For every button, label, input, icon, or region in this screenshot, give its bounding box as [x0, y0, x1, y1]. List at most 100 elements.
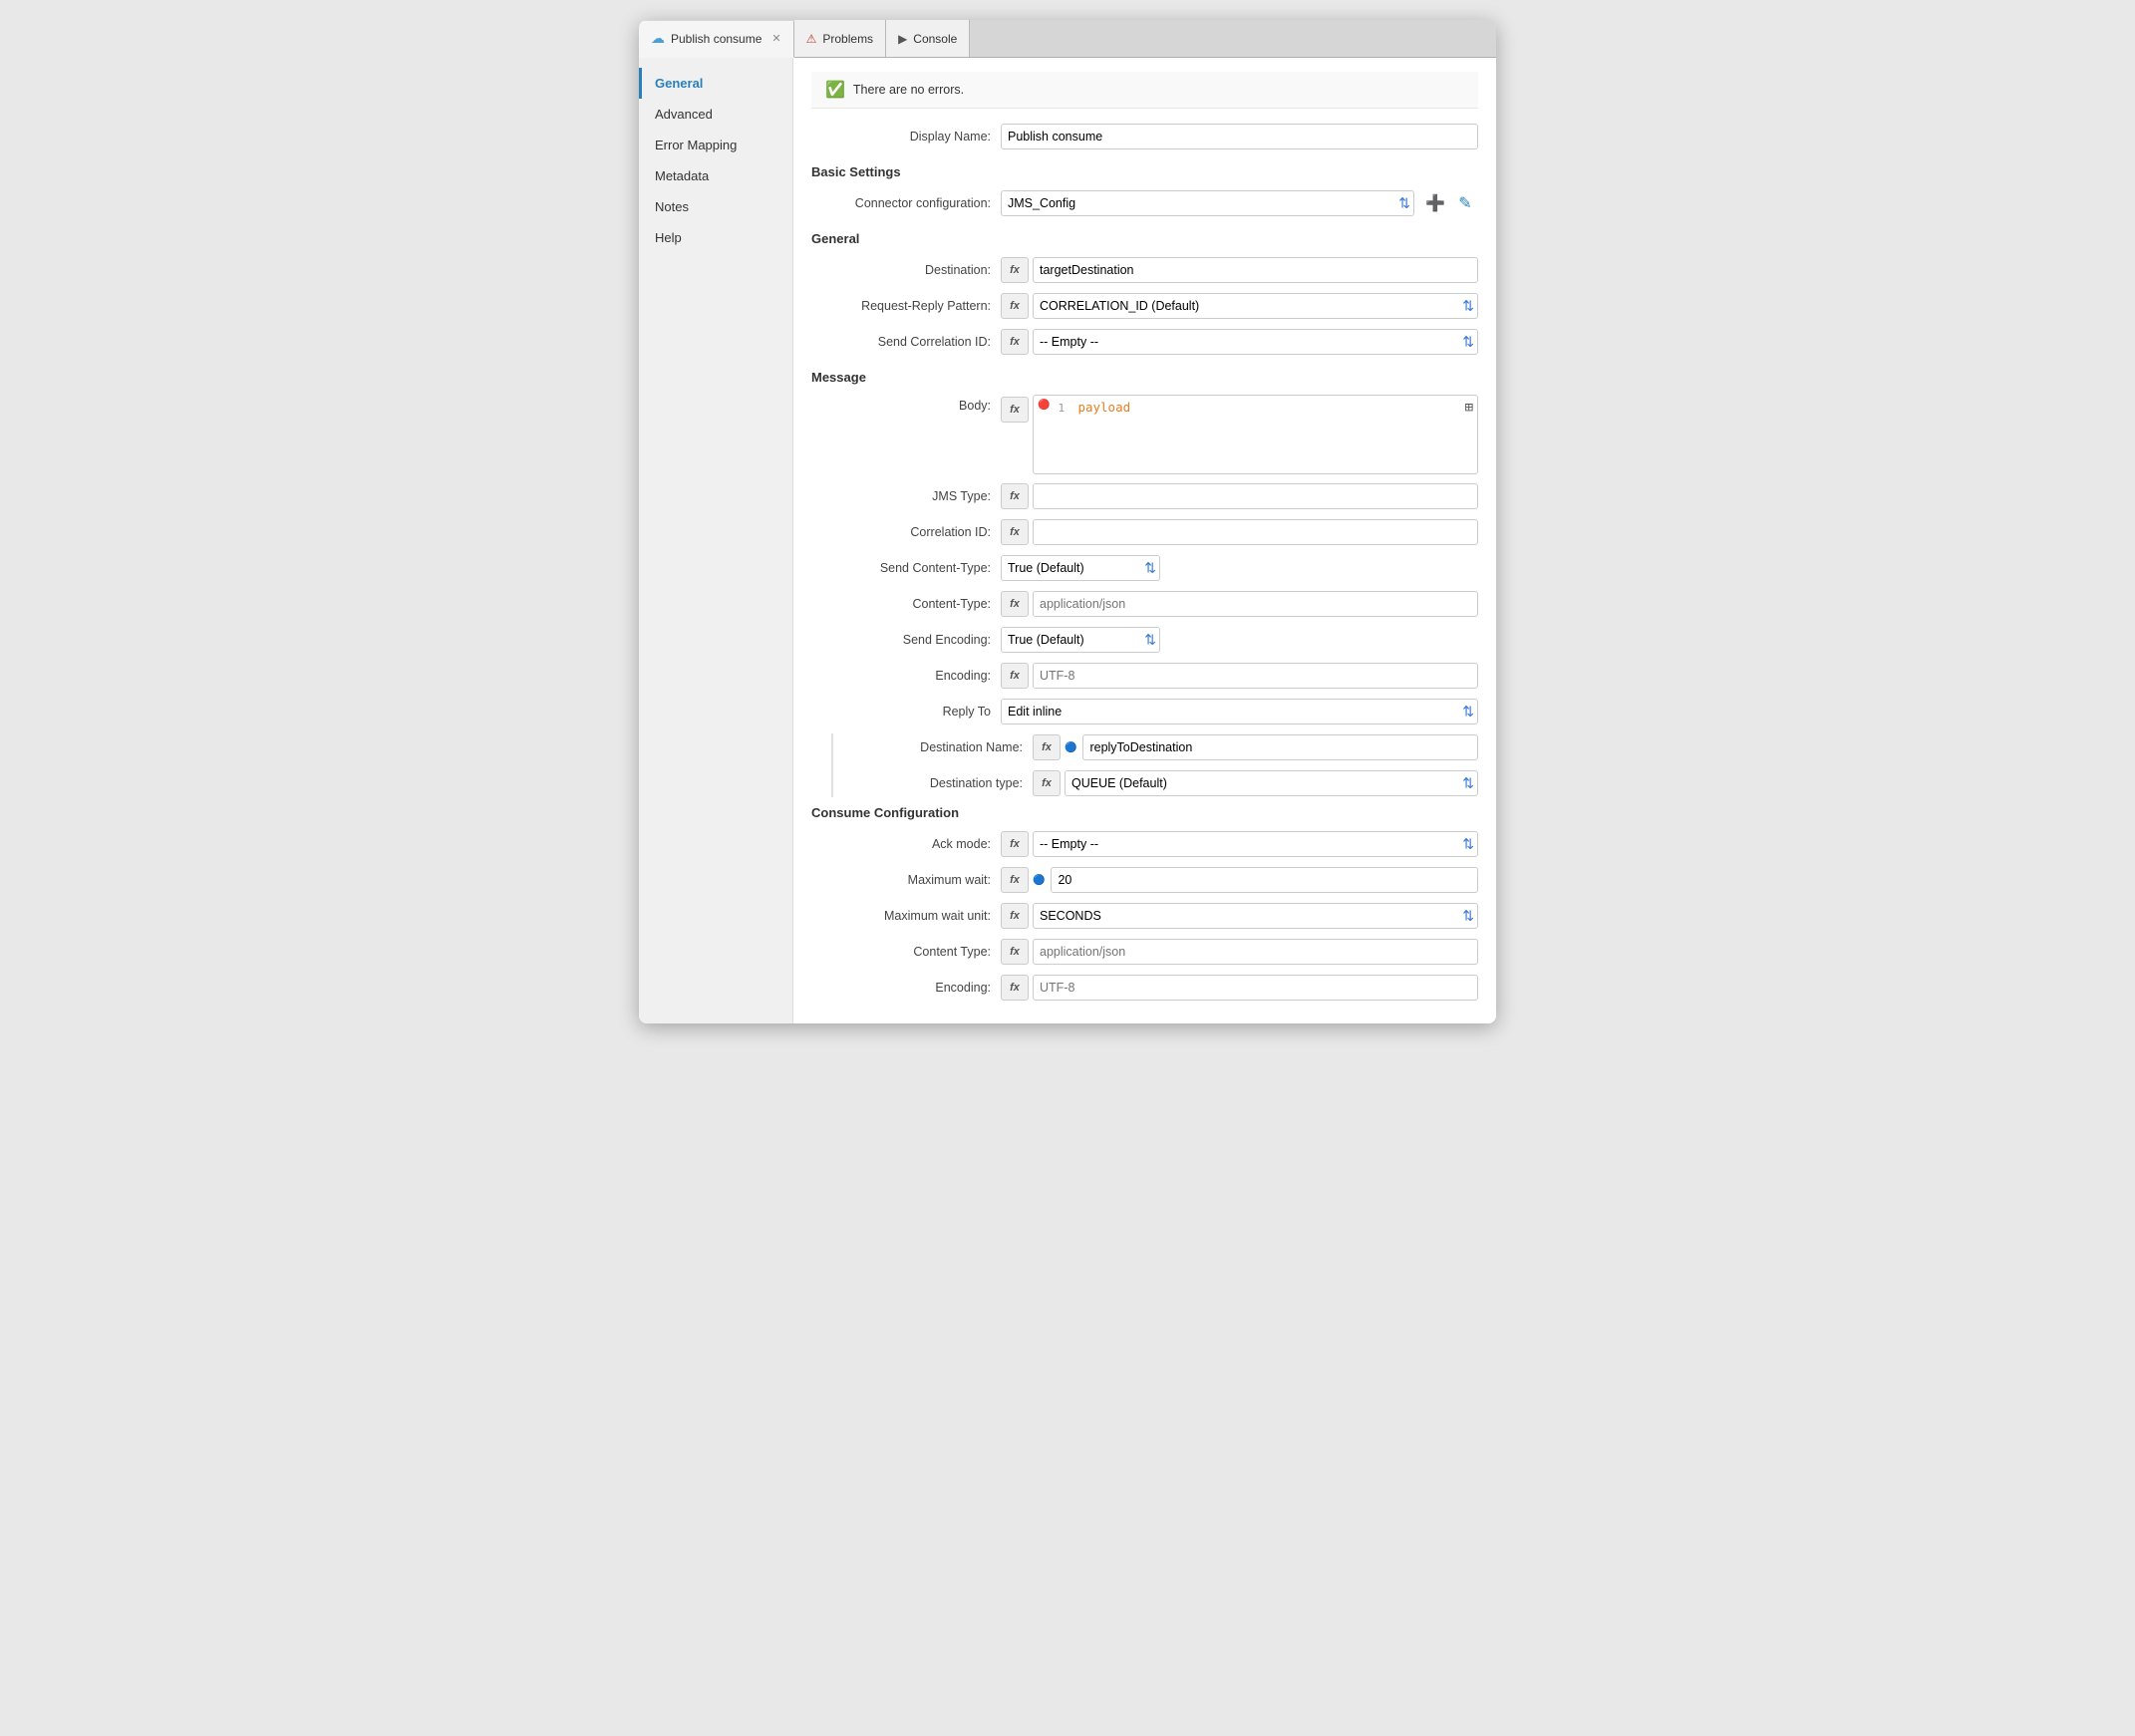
- sidebar-item-notes[interactable]: Notes: [639, 191, 792, 222]
- body-line-number: 1: [1058, 400, 1073, 415]
- reply-to-row: Reply To Edit inline ⇅: [811, 698, 1478, 725]
- content-type-fx-button[interactable]: fx: [1001, 591, 1029, 617]
- max-wait-unit-label: Maximum wait unit:: [811, 909, 1001, 923]
- jms-type-label: JMS Type:: [811, 489, 1001, 503]
- content-area: ✅ There are no errors. Display Name: Bas…: [793, 58, 1496, 1023]
- ack-mode-control: fx -- Empty -- ⇅: [1001, 831, 1478, 857]
- send-encoding-select[interactable]: True (Default): [1001, 627, 1160, 653]
- request-reply-row: Request-Reply Pattern: fx CORRELATION_ID…: [811, 292, 1478, 320]
- max-wait-unit-control: fx SECONDS ⇅: [1001, 903, 1478, 929]
- sidebar-item-metadata[interactable]: Metadata: [639, 160, 792, 191]
- max-wait-fx-button[interactable]: fx: [1001, 867, 1029, 893]
- send-correlation-select[interactable]: -- Empty --: [1033, 329, 1478, 355]
- destination-type-control: fx QUEUE (Default) ⇅: [1033, 770, 1478, 796]
- sidebar-item-error-mapping[interactable]: Error Mapping: [639, 130, 792, 160]
- destination-type-fx-button[interactable]: fx: [1033, 770, 1061, 796]
- encoding2-control: fx: [1001, 975, 1478, 1001]
- jms-type-input[interactable]: [1033, 483, 1478, 509]
- destination-input[interactable]: [1033, 257, 1478, 283]
- encoding2-fx-button[interactable]: fx: [1001, 975, 1029, 1001]
- status-bar: ✅ There are no errors.: [811, 72, 1478, 109]
- max-wait-unit-fx-button[interactable]: fx: [1001, 903, 1029, 929]
- ack-mode-select[interactable]: -- Empty --: [1033, 831, 1478, 857]
- max-wait-control: fx 🔵: [1001, 867, 1478, 893]
- send-correlation-control: fx -- Empty -- ⇅: [1001, 329, 1478, 355]
- max-wait-input[interactable]: [1051, 867, 1478, 893]
- jms-type-fx-button[interactable]: fx: [1001, 483, 1029, 509]
- encoding-label: Encoding:: [811, 669, 1001, 683]
- max-wait-unit-select[interactable]: SECONDS: [1033, 903, 1478, 929]
- tab-problems-label: Problems: [822, 32, 873, 46]
- destination-label: Destination:: [811, 263, 1001, 277]
- request-reply-control: fx CORRELATION_ID (Default) ⇅: [1001, 293, 1478, 319]
- display-name-control: [1001, 124, 1478, 149]
- send-encoding-row: Send Encoding: True (Default) ⇅: [811, 626, 1478, 654]
- add-connector-button[interactable]: ➕: [1422, 190, 1448, 216]
- destination-control: fx: [1001, 257, 1478, 283]
- basic-settings-title: Basic Settings: [811, 164, 1478, 179]
- body-ml-icon: 🔴: [1038, 400, 1050, 415]
- sidebar-item-help[interactable]: Help: [639, 222, 792, 253]
- connector-config-control: JMS_Config ⇅ ➕ ✎: [1001, 190, 1478, 216]
- edit-connector-button[interactable]: ✎: [1452, 190, 1478, 216]
- correlation-id-fx-button[interactable]: fx: [1001, 519, 1029, 545]
- tab-publish-consume-label: Publish consume: [671, 32, 762, 46]
- send-correlation-fx-button[interactable]: fx: [1001, 329, 1029, 355]
- body-editor[interactable]: 🔴 1 payload ⊞: [1033, 395, 1478, 474]
- encoding2-row: Encoding: fx: [811, 974, 1478, 1002]
- tab-close-icon[interactable]: ✕: [771, 32, 780, 45]
- reply-to-label: Reply To: [811, 705, 1001, 719]
- dest-name-ml-icon: 🔵: [1065, 742, 1076, 753]
- tab-publish-consume[interactable]: ☁ Publish consume ✕: [639, 21, 794, 58]
- destination-fx-button[interactable]: fx: [1001, 257, 1029, 283]
- send-correlation-row: Send Correlation ID: fx -- Empty -- ⇅: [811, 328, 1478, 356]
- max-wait-label: Maximum wait:: [811, 873, 1001, 887]
- correlation-id-control: fx: [1001, 519, 1478, 545]
- content-type2-fx-button[interactable]: fx: [1001, 939, 1029, 965]
- correlation-id-input[interactable]: [1033, 519, 1478, 545]
- display-name-label: Display Name:: [811, 130, 1001, 144]
- display-name-input[interactable]: [1001, 124, 1478, 149]
- display-name-row: Display Name:: [811, 123, 1478, 150]
- content-type-input[interactable]: [1033, 591, 1478, 617]
- sidebar: General Advanced Error Mapping Metadata …: [639, 58, 793, 1023]
- content-type2-input[interactable]: [1033, 939, 1478, 965]
- content-type-control: fx: [1001, 591, 1478, 617]
- request-reply-select-wrap: CORRELATION_ID (Default) ⇅: [1033, 293, 1478, 319]
- destination-name-fx-button[interactable]: fx: [1033, 734, 1061, 760]
- request-reply-select[interactable]: CORRELATION_ID (Default): [1033, 293, 1478, 319]
- destination-name-input[interactable]: [1082, 734, 1478, 760]
- connector-config-label: Connector configuration:: [811, 196, 1001, 210]
- reply-to-select[interactable]: Edit inline: [1001, 699, 1478, 724]
- encoding-control: fx: [1001, 663, 1478, 689]
- content-type2-row: Content Type: fx: [811, 938, 1478, 966]
- destination-type-select[interactable]: QUEUE (Default): [1065, 770, 1478, 796]
- ack-mode-row: Ack mode: fx -- Empty -- ⇅: [811, 830, 1478, 858]
- connector-config-select[interactable]: JMS_Config: [1001, 190, 1414, 216]
- publish-consume-icon: ☁: [651, 30, 665, 47]
- encoding-input[interactable]: [1033, 663, 1478, 689]
- tab-console[interactable]: ▶ Console: [886, 20, 970, 57]
- send-correlation-label: Send Correlation ID:: [811, 335, 1001, 349]
- encoding2-input[interactable]: [1033, 975, 1478, 1001]
- problems-icon: ⚠: [806, 32, 817, 46]
- body-label: Body:: [811, 395, 1001, 413]
- destination-type-select-wrap: QUEUE (Default) ⇅: [1065, 770, 1478, 796]
- sidebar-item-general[interactable]: General: [639, 68, 792, 99]
- max-wait-ml-icon: 🔵: [1033, 875, 1045, 886]
- body-editor-inner: 🔴 1 payload: [1038, 400, 1473, 415]
- tab-problems[interactable]: ⚠ Problems: [794, 20, 886, 57]
- encoding-fx-button[interactable]: fx: [1001, 663, 1029, 689]
- body-expand-icon[interactable]: ⊞: [1465, 400, 1473, 416]
- content-type2-label: Content Type:: [811, 945, 1001, 959]
- correlation-id-label: Correlation ID:: [811, 525, 1001, 539]
- request-reply-fx-button[interactable]: fx: [1001, 293, 1029, 319]
- send-encoding-label: Send Encoding:: [811, 633, 1001, 647]
- max-wait-unit-row: Maximum wait unit: fx SECONDS ⇅: [811, 902, 1478, 930]
- sidebar-item-advanced[interactable]: Advanced: [639, 99, 792, 130]
- ack-mode-fx-button[interactable]: fx: [1001, 831, 1029, 857]
- body-fx-button[interactable]: fx: [1001, 397, 1029, 423]
- send-content-type-select[interactable]: True (Default): [1001, 555, 1160, 581]
- send-encoding-control: True (Default) ⇅: [1001, 627, 1478, 653]
- request-reply-label: Request-Reply Pattern:: [811, 299, 1001, 313]
